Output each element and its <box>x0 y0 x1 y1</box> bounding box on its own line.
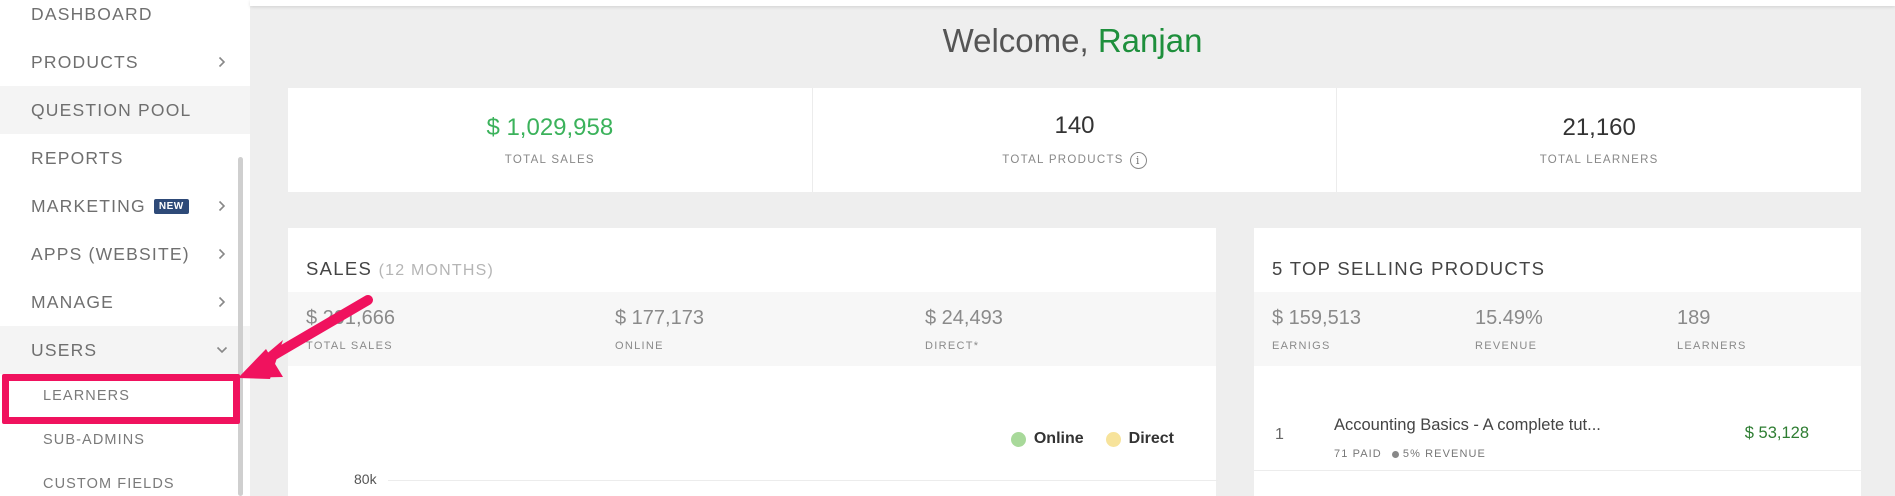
stat-total-sales: $ 201,666 TOTAL SALES <box>306 292 395 366</box>
welcome-heading: Welcome, Ranjan <box>250 22 1895 60</box>
new-badge: NEW <box>153 198 189 214</box>
top-products-card: 5 TOP SELLING PRODUCTS $ 159,513 EARNIGS… <box>1254 228 1861 496</box>
sidebar-item-manage[interactable]: MANAGE <box>0 278 250 326</box>
sidebar-item-label: APPS (WEBSITE) <box>31 243 190 264</box>
sales-subtitle: (12 MONTHS) <box>378 262 495 279</box>
kpi-value: 21,160 <box>1562 114 1636 141</box>
chevron-right-icon <box>216 200 228 212</box>
sidebar-item-dashboard[interactable]: DASHBOARD <box>0 0 250 38</box>
card-title: 5 TOP SELLING PRODUCTS <box>1272 258 1546 279</box>
sidebar-item-label: MANAGE <box>31 291 115 312</box>
legend-dot-direct <box>1105 431 1121 447</box>
kpi-label-wrap: TOTAL PRODUCTS i <box>1002 151 1147 169</box>
welcome-greeting: Welcome, <box>942 22 1089 59</box>
sidebar-item-marketing[interactable]: MARKETING NEW <box>0 182 250 230</box>
welcome-username: Ranjan <box>1097 22 1203 59</box>
sidebar-item-label: QUESTION POOL <box>31 99 192 120</box>
sidebar-item-label: USERS <box>31 339 98 360</box>
legend-item-online[interactable]: Online <box>1010 430 1084 448</box>
stat-label: EARNIGS <box>1272 339 1331 352</box>
product-name[interactable]: Accounting Basics - A complete tut... <box>1334 416 1601 435</box>
product-earnings: $ 53,128 <box>1744 424 1809 442</box>
legend-label: Direct <box>1128 430 1174 447</box>
stat-earnings: $ 159,513 EARNIGS <box>1272 292 1361 366</box>
legend-item-direct[interactable]: Direct <box>1105 430 1174 448</box>
stat-online: $ 177,173 ONLINE <box>615 292 704 366</box>
kpi-label: TOTAL SALES <box>504 154 595 166</box>
sidebar-item-apps-website[interactable]: APPS (WEBSITE) <box>0 230 250 278</box>
chevron-down-icon <box>216 344 228 356</box>
sidebar: DASHBOARD PRODUCTS QUESTION POOL REPORTS… <box>0 0 250 496</box>
stat-value: $ 201,666 <box>306 306 395 329</box>
card-title: SALES (12 MONTHS) <box>306 258 494 280</box>
kpi-total-sales: $ 1,029,958 TOTAL SALES <box>288 88 813 192</box>
product-paid: 71 PAID <box>1334 448 1382 460</box>
sidebar-item-products[interactable]: PRODUCTS <box>0 38 250 86</box>
stat-value: 189 <box>1677 306 1711 329</box>
kpi-label: TOTAL LEARNERS <box>1539 154 1659 166</box>
y-axis-tick: 80k <box>354 471 377 487</box>
stat-value: $ 177,173 <box>615 306 704 329</box>
stat-value: $ 159,513 <box>1272 306 1361 329</box>
sidebar-item-question-pool[interactable]: QUESTION POOL <box>0 86 250 134</box>
sidebar-item-users[interactable]: USERS <box>0 326 250 374</box>
users-submenu: LEARNERS SUB-ADMINS CUSTOM FIELDS <box>0 374 250 496</box>
sidebar-subitem-learners[interactable]: LEARNERS <box>0 374 250 418</box>
kpi-total-learners: 21,160 TOTAL LEARNERS <box>1337 88 1861 192</box>
chart-gridline <box>388 480 1218 481</box>
stat-value: $ 24,493 <box>925 306 1003 329</box>
product-rank: 1 <box>1275 426 1284 443</box>
sidebar-item-label: DASHBOARD <box>31 3 153 24</box>
sales-stats: $ 201,666 TOTAL SALES $ 177,173 ONLINE $… <box>288 292 1216 366</box>
chevron-right-icon <box>216 56 228 68</box>
top-products-stats: $ 159,513 EARNIGS 15.49% REVENUE 189 LEA… <box>1254 292 1861 366</box>
stat-label: TOTAL SALES <box>306 339 393 352</box>
kpi-panel: $ 1,029,958 TOTAL SALES 140 TOTAL PRODUC… <box>288 88 1861 192</box>
sidebar-item-label: MARKETING <box>31 195 146 216</box>
chart-legend: Online Direct <box>1010 430 1174 448</box>
stat-value: 15.49% <box>1475 306 1543 329</box>
stat-label: DIRECT* <box>925 339 980 352</box>
legend-dot-online <box>1010 431 1026 447</box>
stat-learners: 189 LEARNERS <box>1677 292 1747 366</box>
stat-label: LEARNERS <box>1677 339 1747 352</box>
product-revenue: 5% REVENUE <box>1402 448 1486 460</box>
product-meta: 71 PAID 5% REVENUE <box>1334 448 1486 460</box>
dot-separator-icon <box>1391 450 1399 458</box>
sidebar-item-reports[interactable]: REPORTS <box>0 134 250 182</box>
stat-direct: $ 24,493 DIRECT* <box>925 292 1003 366</box>
chevron-right-icon <box>216 296 228 308</box>
sidebar-subitem-sub-admins[interactable]: SUB-ADMINS <box>0 418 250 462</box>
info-icon[interactable]: i <box>1129 151 1147 169</box>
kpi-value: $ 1,029,958 <box>486 114 614 141</box>
top-bar <box>250 0 1895 6</box>
product-row[interactable]: 1 Accounting Basics - A complete tut... … <box>1254 396 1861 472</box>
stat-label: REVENUE <box>1475 339 1538 352</box>
sales-card: SALES (12 MONTHS) $ 201,666 TOTAL SALES … <box>288 228 1218 496</box>
stat-label: ONLINE <box>615 339 664 352</box>
kpi-total-products: 140 TOTAL PRODUCTS i <box>813 88 1338 192</box>
chevron-right-icon <box>216 248 228 260</box>
kpi-label: TOTAL PRODUCTS <box>1002 154 1124 166</box>
kpi-value: 140 <box>1054 111 1095 139</box>
sidebar-item-label-wrap: MARKETING NEW <box>31 196 216 217</box>
row-divider <box>1254 470 1861 471</box>
stat-revenue: 15.49% REVENUE <box>1475 292 1543 366</box>
legend-label: Online <box>1033 430 1084 447</box>
sidebar-subitem-custom-fields[interactable]: CUSTOM FIELDS <box>0 462 250 496</box>
sidebar-scrollbar[interactable] <box>238 157 243 496</box>
sidebar-item-label: REPORTS <box>31 147 124 168</box>
sidebar-item-label: PRODUCTS <box>31 51 139 72</box>
sales-title: SALES <box>306 258 373 279</box>
